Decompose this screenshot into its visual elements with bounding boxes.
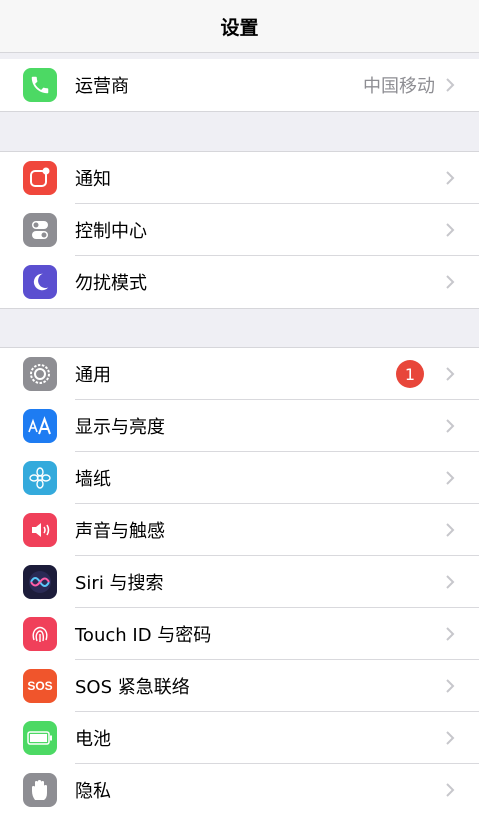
carrier-group: 运营商 中国移动 <box>0 59 479 112</box>
notifications-icon <box>23 161 57 195</box>
siri-icon <box>23 565 57 599</box>
speaker-icon <box>23 513 57 547</box>
settings-row-label: 显示与亮度 <box>75 417 165 438</box>
settings-row-label: Touch ID 与密码 <box>75 625 212 646</box>
settings-row-sos[interactable]: SOS SOS 紧急联络 <box>0 660 479 712</box>
chevron-right-icon <box>446 679 455 693</box>
chevron-right-icon <box>446 731 455 745</box>
settings-row-touch-id[interactable]: Touch ID 与密码 <box>0 608 479 660</box>
moon-icon <box>23 265 57 299</box>
settings-row-label: 电池 <box>75 729 111 750</box>
settings-row-label: 隐私 <box>75 781 111 802</box>
settings-row-label: 墙纸 <box>75 469 111 490</box>
chevron-right-icon <box>446 78 455 92</box>
settings-row-display[interactable]: 显示与亮度 <box>0 400 479 452</box>
chevron-right-icon <box>446 471 455 485</box>
chevron-right-icon <box>446 783 455 797</box>
flower-icon <box>23 461 57 495</box>
settings-row-privacy[interactable]: 隐私 <box>0 764 479 816</box>
sos-icon-text: SOS <box>27 679 53 693</box>
page-title: 设置 <box>220 16 259 39</box>
notifications-group: 通知 控制中心 勿扰模式 <box>0 151 479 309</box>
settings-row-label: 勿扰模式 <box>75 273 147 294</box>
hand-icon <box>23 773 57 807</box>
sos-icon: SOS <box>23 669 57 703</box>
chevron-right-icon <box>446 223 455 237</box>
chevron-right-icon <box>446 575 455 589</box>
settings-row-siri[interactable]: Siri 与搜索 <box>0 556 479 608</box>
settings-row-sounds[interactable]: 声音与触感 <box>0 504 479 556</box>
phone-icon <box>23 68 57 102</box>
general-group: 通用 1 显示与亮度 墙纸 声音与触感 Siri 与搜索 Touch ID 与密… <box>0 347 479 816</box>
navigation-bar: 设置 <box>0 0 479 53</box>
settings-row-carrier[interactable]: 运营商 中国移动 <box>0 59 479 111</box>
text-size-icon <box>23 409 57 443</box>
fingerprint-icon <box>23 617 57 651</box>
chevron-right-icon <box>446 627 455 641</box>
control-center-icon <box>23 213 57 247</box>
settings-row-label: 通知 <box>75 169 111 190</box>
settings-row-label: SOS 紧急联络 <box>75 677 190 698</box>
carrier-value: 中国移动 <box>363 76 435 97</box>
settings-row-do-not-disturb[interactable]: 勿扰模式 <box>0 256 479 308</box>
settings-row-general[interactable]: 通用 1 <box>0 348 479 400</box>
settings-row-notifications[interactable]: 通知 <box>0 152 479 204</box>
update-badge: 1 <box>396 360 424 388</box>
settings-row-wallpaper[interactable]: 墙纸 <box>0 452 479 504</box>
chevron-right-icon <box>446 171 455 185</box>
chevron-right-icon <box>446 275 455 289</box>
gear-icon <box>23 357 57 391</box>
settings-row-label: 运营商 <box>75 76 129 97</box>
chevron-right-icon <box>446 523 455 537</box>
settings-row-battery[interactable]: 电池 <box>0 712 479 764</box>
chevron-right-icon <box>446 419 455 433</box>
settings-row-label: 通用 <box>75 365 111 386</box>
settings-row-label: 声音与触感 <box>75 521 165 542</box>
settings-row-label: 控制中心 <box>75 221 147 242</box>
battery-icon <box>23 721 57 755</box>
settings-row-control-center[interactable]: 控制中心 <box>0 204 479 256</box>
chevron-right-icon <box>446 367 455 381</box>
settings-row-label: Siri 与搜索 <box>75 573 164 594</box>
